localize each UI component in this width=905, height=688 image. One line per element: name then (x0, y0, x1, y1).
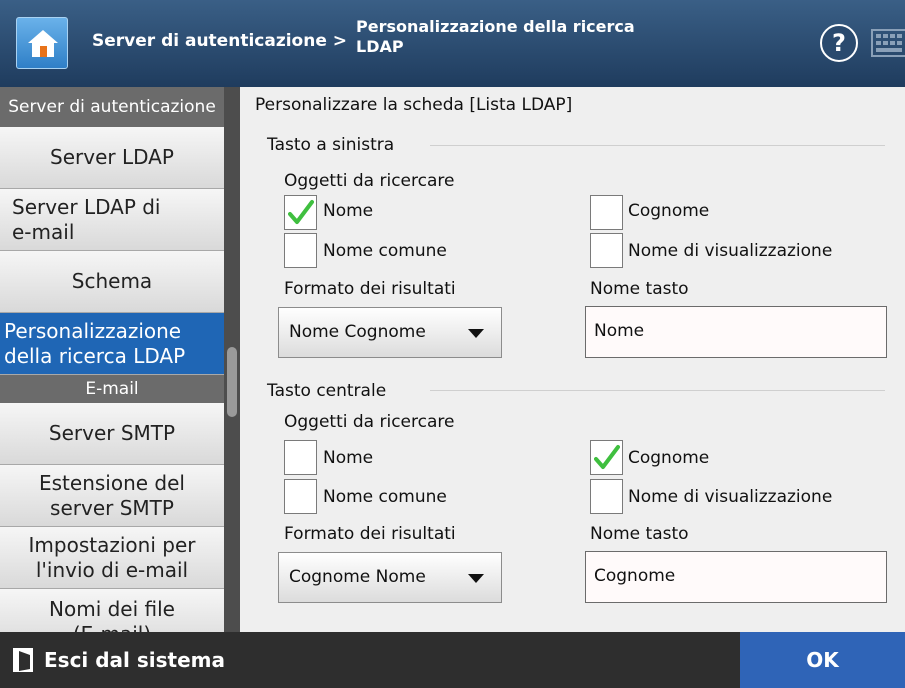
breadcrumb-parent: Server di autenticazione > (92, 31, 348, 51)
sidebar-item-label: Server LDAP di e-mail (12, 194, 161, 244)
sidebar-item-smtp-extension[interactable]: Estensione del server SMTP (0, 465, 224, 527)
center-label-nome: Nome (323, 448, 374, 468)
scrollbar-thumb[interactable] (227, 347, 237, 417)
chevron-down-icon (468, 329, 484, 338)
sidebar-item-label: Personalizzazione della ricerca LDAP (4, 318, 186, 368)
help-button[interactable]: ? (820, 24, 858, 62)
sidebar-item-ldap-search-custom[interactable]: Personalizzazione della ricerca LDAP (0, 313, 224, 375)
select-value: Cognome Nome (289, 567, 426, 587)
sidebar-section-auth: Server di autenticazione (0, 87, 224, 127)
logout-label: Esci dal sistema (44, 648, 225, 672)
center-checkbox-nome-visualizzazione[interactable] (590, 479, 623, 514)
chevron-down-icon (468, 574, 484, 583)
sidebar-item-label: Estensione del server SMTP (39, 470, 185, 520)
checkmark-icon (594, 445, 620, 469)
left-checkbox-nome-visualizzazione[interactable] (590, 233, 623, 268)
sidebar-item-email-settings[interactable]: Impostazioni per l'invio di e-mail (0, 527, 224, 589)
page-title: Personalizzazione della ricerca LDAP (356, 17, 635, 56)
logout-button[interactable]: Esci dal sistema (12, 644, 225, 676)
center-key-name-label: Nome tasto (590, 524, 689, 544)
select-value: Nome Cognome (289, 322, 426, 342)
ok-label: OK (806, 648, 839, 672)
center-label-nome-comune: Nome comune (323, 487, 447, 507)
left-checkbox-cognome[interactable] (590, 195, 623, 230)
left-checkbox-nome-comune[interactable] (284, 233, 317, 268)
left-label-nome-visualizzazione: Nome di visualizzazione (628, 241, 833, 261)
center-checkbox-nome-comune[interactable] (284, 479, 317, 514)
left-key-name-input[interactable]: Nome (585, 306, 887, 358)
sidebar-item-label: Schema (71, 269, 153, 293)
logout-icon (13, 648, 33, 672)
sidebar-item-label: Impostazioni per l'invio di e-mail (28, 532, 196, 582)
sidebar-item-smtp-server[interactable]: Server SMTP (0, 403, 224, 465)
sidebar-section-email: E-mail (0, 375, 224, 403)
keyboard-icon (871, 29, 905, 57)
sidebar-item-email-ldap-server[interactable]: Server LDAP di e-mail (0, 189, 224, 251)
center-format-select[interactable]: Cognome Nome (278, 552, 502, 603)
left-search-objects-label: Oggetti da ricercare (284, 171, 455, 191)
footer-bar: Esci dal sistema OK (0, 632, 905, 688)
left-format-select[interactable]: Nome Cognome (278, 307, 502, 358)
sidebar-scrollbar[interactable] (224, 87, 240, 632)
center-key-group-title: Tasto centrale (267, 381, 397, 401)
home-icon (28, 30, 58, 57)
sidebar-item-label: Server SMTP (48, 421, 176, 445)
checkmark-icon (288, 200, 314, 224)
sidebar-item-ldap-server[interactable]: Server LDAP (0, 127, 224, 189)
left-checkbox-nome[interactable] (284, 195, 317, 230)
center-label-cognome: Cognome (628, 448, 710, 468)
center-checkbox-cognome[interactable] (590, 440, 623, 475)
help-icon: ? (832, 29, 846, 57)
center-label-nome-visualizzazione: Nome di visualizzazione (628, 487, 833, 507)
sidebar-item-schema[interactable]: Schema (0, 251, 224, 313)
center-checkbox-nome[interactable] (284, 440, 317, 475)
left-label-cognome: Cognome (628, 201, 710, 221)
left-label-nome-comune: Nome comune (323, 241, 447, 261)
sidebar-item-email-filenames[interactable]: Nomi dei file (E-mail) (0, 589, 224, 632)
sidebar-item-label: Server LDAP (50, 145, 174, 169)
keyboard-button[interactable] (870, 24, 905, 62)
ok-button[interactable]: OK (740, 632, 905, 688)
center-key-name-input[interactable]: Cognome (585, 551, 887, 603)
left-key-name-label: Nome tasto (590, 279, 689, 299)
divider (430, 145, 885, 146)
left-label-nome: Nome (323, 201, 374, 221)
left-format-label: Formato dei risultati (284, 279, 456, 299)
divider (430, 390, 885, 391)
sidebar: Server di autenticazione Server LDAP Ser… (0, 87, 224, 632)
home-button[interactable] (16, 17, 68, 69)
sidebar-item-label: Nomi dei file (E-mail) (49, 597, 175, 632)
settings-panel: Personalizzare la scheda [Lista LDAP] Ta… (240, 87, 905, 632)
panel-title: Personalizzare la scheda [Lista LDAP] (255, 95, 573, 115)
left-key-group-title: Tasto a sinistra (267, 135, 405, 155)
center-search-objects-label: Oggetti da ricercare (284, 412, 455, 432)
header-bar: Server di autenticazione > Personalizzaz… (0, 0, 905, 87)
center-format-label: Formato dei risultati (284, 524, 456, 544)
